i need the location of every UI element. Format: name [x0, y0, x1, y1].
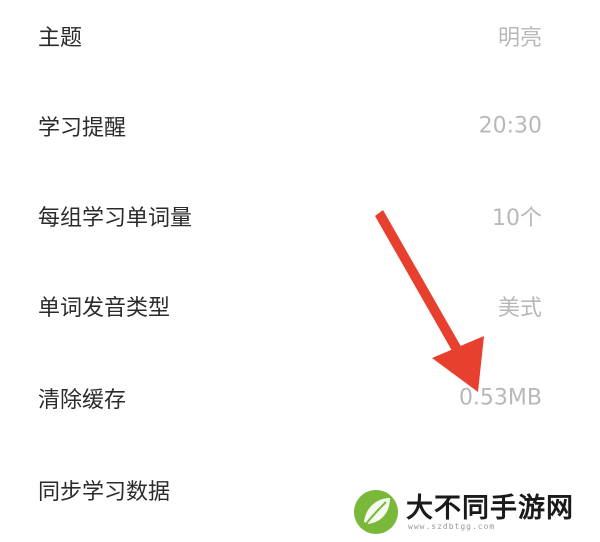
watermark: 大不同手游网 www.szdbtgg.com [352, 486, 592, 538]
setting-row-pronunciation-type[interactable]: 单词发音类型 美式 [0, 276, 600, 336]
setting-label-words-per-group: 每组学习单词量 [38, 206, 193, 231]
setting-row-clear-cache[interactable]: 清除缓存 0.53MB [0, 368, 600, 428]
watermark-url: www.szdbtgg.com [408, 522, 496, 531]
watermark-title: 大不同手游网 [406, 493, 574, 524]
setting-value-clear-cache: 0.53MB [458, 385, 542, 411]
setting-label-study-reminder: 学习提醒 [38, 116, 127, 141]
setting-row-theme[interactable]: 主题 明亮 [0, 6, 600, 66]
setting-row-words-per-group[interactable]: 每组学习单词量 10个 [0, 186, 600, 246]
leaf-logo-icon [354, 490, 398, 534]
setting-value-pronunciation-type: 美式 [497, 296, 542, 321]
setting-label-theme: 主题 [38, 26, 83, 51]
setting-row-study-reminder[interactable]: 学习提醒 20:30 [0, 96, 600, 156]
setting-value-words-per-group: 10个 [492, 206, 542, 231]
setting-label-sync-data: 同步学习数据 [38, 480, 171, 505]
setting-value-study-reminder: 20:30 [478, 113, 542, 139]
setting-value-theme: 明亮 [497, 26, 542, 51]
setting-label-pronunciation-type: 单词发音类型 [38, 296, 171, 321]
setting-label-clear-cache: 清除缓存 [38, 388, 127, 413]
